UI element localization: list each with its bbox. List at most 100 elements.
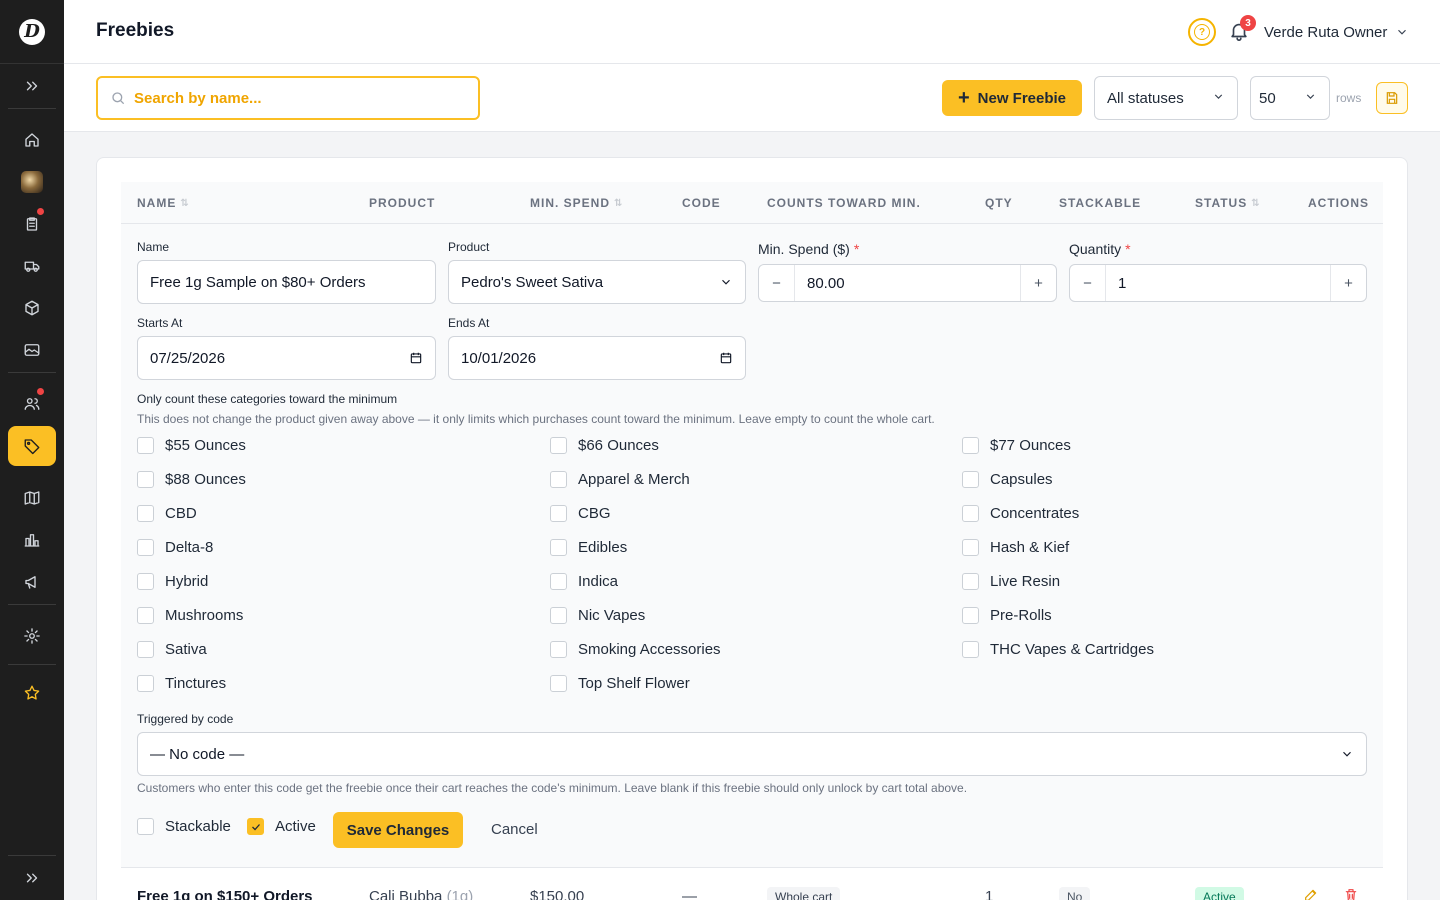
- checkbox[interactable]: [137, 471, 154, 488]
- checkbox[interactable]: [550, 607, 567, 624]
- sidebar-item-media[interactable]: [8, 330, 56, 370]
- category-checkbox[interactable]: Pre-Rolls: [962, 607, 1052, 624]
- product-value: Pedro's Sweet Sativa: [461, 273, 604, 291]
- category-checkbox[interactable]: Sativa: [137, 641, 207, 658]
- column-header-min-spend[interactable]: MIN. SPEND ⇅: [530, 196, 623, 210]
- checkbox[interactable]: [962, 539, 979, 556]
- delete-button[interactable]: [1343, 887, 1361, 900]
- increment-button[interactable]: +: [1020, 265, 1056, 301]
- table-row[interactable]: Free 1g on $150+ Orders Cali Bubba (1g) …: [121, 868, 1383, 900]
- collapse-icon: [26, 873, 38, 883]
- sidebar-item-settings[interactable]: [8, 616, 56, 656]
- checkbox[interactable]: [550, 573, 567, 590]
- checkbox[interactable]: [137, 437, 154, 454]
- category-checkbox[interactable]: Hybrid: [137, 573, 208, 590]
- edit-button[interactable]: [1303, 887, 1321, 900]
- active-checkbox[interactable]: Active: [247, 818, 316, 835]
- sidebar-item-docs[interactable]: [8, 478, 56, 518]
- category-checkbox[interactable]: Nic Vapes: [550, 607, 645, 624]
- category-checkbox[interactable]: $66 Ounces: [550, 437, 659, 454]
- min-spend-input[interactable]: 80.00: [795, 265, 1020, 301]
- category-checkbox[interactable]: Edibles: [550, 539, 627, 556]
- category-checkbox[interactable]: Tinctures: [137, 675, 226, 692]
- category-checkbox[interactable]: Mushrooms: [137, 607, 243, 624]
- category-checkbox[interactable]: Apparel & Merch: [550, 471, 690, 488]
- sidebar-item-store[interactable]: [8, 162, 56, 202]
- starts-at-date-input[interactable]: 07/25/2026: [137, 336, 436, 380]
- save-changes-button[interactable]: Save Changes: [333, 812, 463, 848]
- column-header-name[interactable]: NAME ⇅: [137, 196, 190, 210]
- category-checkbox[interactable]: Smoking Accessories: [550, 641, 721, 658]
- checkbox[interactable]: [137, 573, 154, 590]
- checkbox-checked[interactable]: [247, 818, 264, 835]
- category-checkbox[interactable]: CBD: [137, 505, 197, 522]
- decrement-button[interactable]: −: [759, 265, 795, 301]
- cancel-button[interactable]: Cancel: [491, 821, 538, 838]
- new-freebie-label: New Freebie: [977, 89, 1067, 107]
- sidebar-item-customers[interactable]: [8, 384, 56, 424]
- help-button[interactable]: ?: [1188, 18, 1216, 46]
- checkbox[interactable]: [962, 471, 979, 488]
- checkbox[interactable]: [550, 641, 567, 658]
- category-checkbox[interactable]: $77 Ounces: [962, 437, 1071, 454]
- category-checkbox[interactable]: Concentrates: [962, 505, 1079, 522]
- category-checkbox[interactable]: Capsules: [962, 471, 1053, 488]
- sidebar-expand-button[interactable]: [8, 66, 56, 106]
- search-input[interactable]: [134, 89, 454, 107]
- ends-at-date-input[interactable]: 10/01/2026: [448, 336, 746, 380]
- checkbox[interactable]: [137, 675, 154, 692]
- checkbox[interactable]: [962, 607, 979, 624]
- calendar-icon[interactable]: [719, 351, 733, 365]
- save-view-button[interactable]: [1376, 82, 1408, 114]
- checkbox[interactable]: [550, 471, 567, 488]
- category-checkbox[interactable]: $55 Ounces: [137, 437, 246, 454]
- calendar-icon[interactable]: [409, 351, 423, 365]
- checkbox[interactable]: [550, 505, 567, 522]
- category-checkbox[interactable]: $88 Ounces: [137, 471, 246, 488]
- quantity-input[interactable]: 1: [1106, 265, 1330, 301]
- category-checkbox[interactable]: Indica: [550, 573, 618, 590]
- rows-per-page-select[interactable]: 50: [1250, 76, 1330, 120]
- checkbox[interactable]: [962, 505, 979, 522]
- checkbox[interactable]: [962, 641, 979, 658]
- status-filter-select[interactable]: All statuses: [1094, 76, 1238, 120]
- sidebar-item-marketing[interactable]: [8, 562, 56, 602]
- user-menu[interactable]: Verde Ruta Owner: [1264, 22, 1409, 42]
- increment-button[interactable]: +: [1330, 265, 1366, 301]
- category-checkbox[interactable]: Hash & Kief: [962, 539, 1069, 556]
- checkbox[interactable]: [962, 437, 979, 454]
- sidebar-item-delivery[interactable]: [8, 246, 56, 286]
- category-checkbox[interactable]: Top Shelf Flower: [550, 675, 690, 692]
- sidebar-item-freebies[interactable]: [8, 426, 56, 466]
- checkbox[interactable]: [137, 818, 154, 835]
- product-select[interactable]: Pedro's Sweet Sativa: [448, 260, 746, 304]
- checkbox[interactable]: [137, 607, 154, 624]
- freebie-edit-form: Name Free 1g Sample on $80+ Orders Produ…: [121, 224, 1383, 868]
- sidebar-collapse-button[interactable]: [8, 858, 56, 898]
- checkbox[interactable]: [550, 539, 567, 556]
- checkbox[interactable]: [137, 505, 154, 522]
- code-select[interactable]: — No code —: [137, 732, 1367, 776]
- stackable-checkbox[interactable]: Stackable: [137, 818, 231, 835]
- notifications-button[interactable]: 3: [1228, 15, 1256, 44]
- checkbox[interactable]: [550, 437, 567, 454]
- new-freebie-button[interactable]: + New Freebie: [942, 80, 1082, 116]
- category-checkbox[interactable]: THC Vapes & Cartridges: [962, 641, 1154, 658]
- checkbox[interactable]: [137, 641, 154, 658]
- sidebar-item-reports[interactable]: [8, 520, 56, 560]
- category-checkbox[interactable]: Delta-8: [137, 539, 213, 556]
- category-checkbox[interactable]: Live Resin: [962, 573, 1060, 590]
- sidebar-item-products[interactable]: [8, 288, 56, 328]
- search-box[interactable]: [96, 76, 480, 120]
- sidebar-item-home[interactable]: [8, 120, 56, 160]
- checkbox[interactable]: [962, 573, 979, 590]
- decrement-button[interactable]: −: [1070, 265, 1106, 301]
- brand-logo[interactable]: D: [0, 0, 64, 64]
- category-checkbox[interactable]: CBG: [550, 505, 611, 522]
- sidebar-item-favorites[interactable]: [8, 673, 56, 713]
- checkbox[interactable]: [550, 675, 567, 692]
- name-field[interactable]: Free 1g Sample on $80+ Orders: [137, 260, 436, 304]
- column-header-status[interactable]: STATUS ⇅: [1195, 196, 1261, 210]
- checkbox[interactable]: [137, 539, 154, 556]
- sidebar-item-orders[interactable]: [8, 204, 56, 244]
